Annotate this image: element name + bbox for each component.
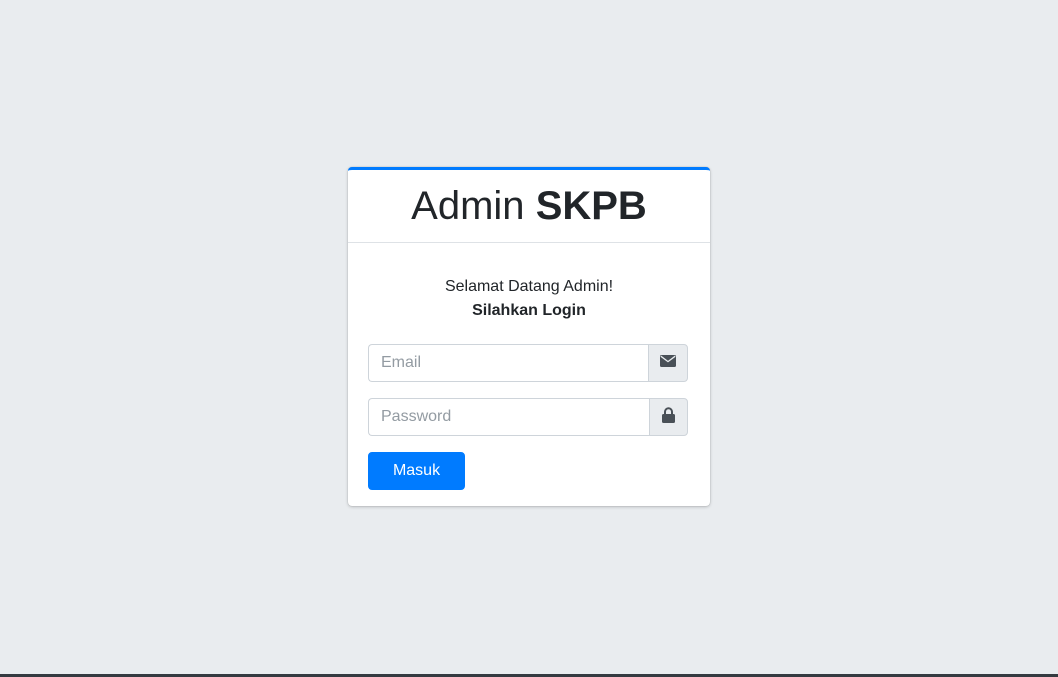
password-addon [649,398,688,436]
title-prefix: Admin [411,184,525,228]
password-input[interactable] [368,398,649,436]
email-input-group [368,344,688,382]
title-brand: SKPB [535,184,647,228]
email-addon [648,344,688,382]
lock-icon [662,406,675,428]
login-page: Admin SKPB Selamat Datang Admin! Silahka… [0,0,1058,677]
login-card: Admin SKPB Selamat Datang Admin! Silahka… [348,167,710,506]
welcome-message: Selamat Datang Admin! Silahkan Login [368,275,690,323]
card-header: Admin SKPB [348,170,710,243]
envelope-icon [660,354,676,372]
email-input[interactable] [368,344,648,382]
welcome-line: Selamat Datang Admin! [444,278,614,295]
password-input-group [368,398,688,436]
card-body: Selamat Datang Admin! Silahkan Login Ema… [348,275,710,490]
instruction-line: Silahkan Login [472,302,586,319]
login-button[interactable]: Masuk [368,452,465,490]
login-title: Admin SKPB [411,186,647,226]
